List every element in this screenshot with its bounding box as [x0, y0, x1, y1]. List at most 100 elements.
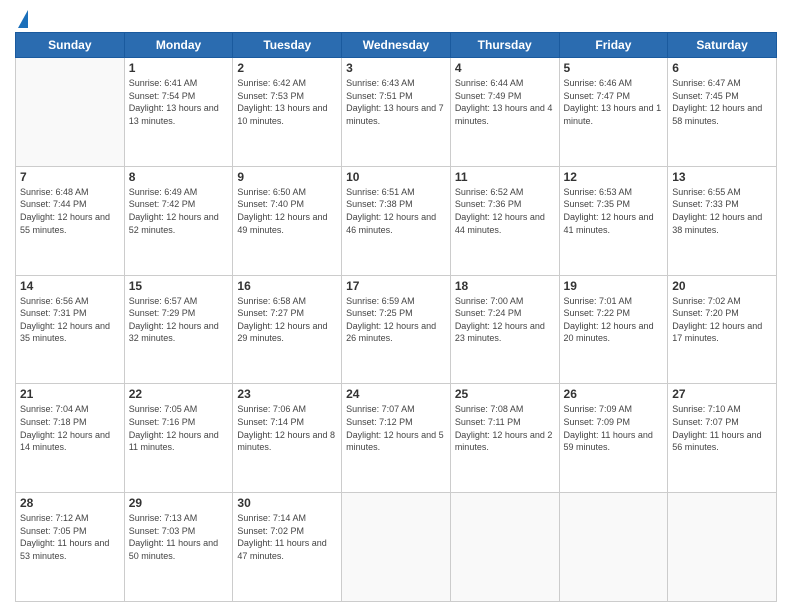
calendar-cell: 18 Sunrise: 7:00 AMSunset: 7:24 PMDayligh…	[450, 275, 559, 384]
day-number: 16	[237, 279, 337, 293]
day-detail: Sunrise: 6:43 AMSunset: 7:51 PMDaylight:…	[346, 77, 446, 127]
calendar-cell: 22 Sunrise: 7:05 AMSunset: 7:16 PMDayligh…	[124, 384, 233, 493]
day-number: 9	[237, 170, 337, 184]
day-detail: Sunrise: 6:46 AMSunset: 7:47 PMDaylight:…	[564, 77, 664, 127]
calendar-cell: 19 Sunrise: 7:01 AMSunset: 7:22 PMDayligh…	[559, 275, 668, 384]
day-detail: Sunrise: 6:49 AMSunset: 7:42 PMDaylight:…	[129, 186, 229, 236]
calendar-week-row: 7 Sunrise: 6:48 AMSunset: 7:44 PMDaylight…	[16, 166, 777, 275]
day-number: 17	[346, 279, 446, 293]
calendar-cell: 15 Sunrise: 6:57 AMSunset: 7:29 PMDayligh…	[124, 275, 233, 384]
day-number: 21	[20, 387, 120, 401]
calendar-cell: 25 Sunrise: 7:08 AMSunset: 7:11 PMDayligh…	[450, 384, 559, 493]
day-detail: Sunrise: 7:14 AMSunset: 7:02 PMDaylight:…	[237, 512, 337, 562]
calendar-cell: 1Sunrise: 6:41 AMSunset: 7:54 PMDaylight…	[124, 58, 233, 167]
day-number: 29	[129, 496, 229, 510]
calendar-cell: 29 Sunrise: 7:13 AMSunset: 7:03 PMDayligh…	[124, 493, 233, 602]
calendar-cell	[668, 493, 777, 602]
calendar-header-row: SundayMondayTuesdayWednesdayThursdayFrid…	[16, 33, 777, 58]
day-detail: Sunrise: 7:01 AMSunset: 7:22 PMDaylight:…	[564, 295, 664, 345]
day-number: 30	[237, 496, 337, 510]
calendar-cell: 2 Sunrise: 6:42 AMSunset: 7:53 PMDaylight…	[233, 58, 342, 167]
day-detail: Sunrise: 6:57 AMSunset: 7:29 PMDaylight:…	[129, 295, 229, 345]
calendar-day-header: Friday	[559, 33, 668, 58]
day-detail: Sunrise: 6:50 AMSunset: 7:40 PMDaylight:…	[237, 186, 337, 236]
day-detail: Sunrise: 7:08 AMSunset: 7:11 PMDaylight:…	[455, 403, 555, 453]
day-number: 7	[20, 170, 120, 184]
calendar-cell: 8 Sunrise: 6:49 AMSunset: 7:42 PMDaylight…	[124, 166, 233, 275]
day-detail: Sunrise: 6:53 AMSunset: 7:35 PMDaylight:…	[564, 186, 664, 236]
day-detail: Sunrise: 7:10 AMSunset: 7:07 PMDaylight:…	[672, 403, 772, 453]
day-detail: Sunrise: 6:51 AMSunset: 7:38 PMDaylight:…	[346, 186, 446, 236]
day-number: 14	[20, 279, 120, 293]
day-number: 3	[346, 61, 446, 75]
day-detail: Sunrise: 6:55 AMSunset: 7:33 PMDaylight:…	[672, 186, 772, 236]
day-detail: Sunrise: 7:05 AMSunset: 7:16 PMDaylight:…	[129, 403, 229, 453]
calendar-cell: 27 Sunrise: 7:10 AMSunset: 7:07 PMDayligh…	[668, 384, 777, 493]
calendar-cell: 28Sunrise: 7:12 AMSunset: 7:05 PMDayligh…	[16, 493, 125, 602]
calendar-day-header: Monday	[124, 33, 233, 58]
day-detail: Sunrise: 6:52 AMSunset: 7:36 PMDaylight:…	[455, 186, 555, 236]
day-detail: Sunrise: 6:59 AMSunset: 7:25 PMDaylight:…	[346, 295, 446, 345]
day-detail: Sunrise: 6:56 AMSunset: 7:31 PMDaylight:…	[20, 295, 120, 345]
calendar-week-row: 28Sunrise: 7:12 AMSunset: 7:05 PMDayligh…	[16, 493, 777, 602]
day-number: 12	[564, 170, 664, 184]
day-detail: Sunrise: 6:44 AMSunset: 7:49 PMDaylight:…	[455, 77, 555, 127]
calendar-day-header: Thursday	[450, 33, 559, 58]
calendar-cell	[450, 493, 559, 602]
day-number: 25	[455, 387, 555, 401]
calendar-cell: 23 Sunrise: 7:06 AMSunset: 7:14 PMDayligh…	[233, 384, 342, 493]
logo	[15, 14, 28, 28]
calendar-week-row: 1Sunrise: 6:41 AMSunset: 7:54 PMDaylight…	[16, 58, 777, 167]
day-number: 18	[455, 279, 555, 293]
day-number: 6	[672, 61, 772, 75]
calendar-cell	[342, 493, 451, 602]
day-number: 26	[564, 387, 664, 401]
page: SundayMondayTuesdayWednesdayThursdayFrid…	[0, 0, 792, 612]
calendar-cell: 21 Sunrise: 7:04 AMSunset: 7:18 PMDayligh…	[16, 384, 125, 493]
calendar-cell: 11 Sunrise: 6:52 AMSunset: 7:36 PMDayligh…	[450, 166, 559, 275]
day-number: 23	[237, 387, 337, 401]
calendar-day-header: Saturday	[668, 33, 777, 58]
day-detail: Sunrise: 7:06 AMSunset: 7:14 PMDaylight:…	[237, 403, 337, 453]
calendar-cell: 20Sunrise: 7:02 AMSunset: 7:20 PMDayligh…	[668, 275, 777, 384]
day-number: 27	[672, 387, 772, 401]
calendar-day-header: Sunday	[16, 33, 125, 58]
day-number: 15	[129, 279, 229, 293]
calendar-cell: 4Sunrise: 6:44 AMSunset: 7:49 PMDaylight…	[450, 58, 559, 167]
calendar-cell: 9 Sunrise: 6:50 AMSunset: 7:40 PMDaylight…	[233, 166, 342, 275]
day-detail: Sunrise: 7:07 AMSunset: 7:12 PMDaylight:…	[346, 403, 446, 453]
calendar-cell: 26 Sunrise: 7:09 AMSunset: 7:09 PMDayligh…	[559, 384, 668, 493]
day-number: 8	[129, 170, 229, 184]
calendar-cell	[559, 493, 668, 602]
day-detail: Sunrise: 7:02 AMSunset: 7:20 PMDaylight:…	[672, 295, 772, 345]
calendar-cell: 3 Sunrise: 6:43 AMSunset: 7:51 PMDaylight…	[342, 58, 451, 167]
calendar-cell	[16, 58, 125, 167]
day-detail: Sunrise: 7:12 AMSunset: 7:05 PMDaylight:…	[20, 512, 120, 562]
calendar-cell: 14 Sunrise: 6:56 AMSunset: 7:31 PMDayligh…	[16, 275, 125, 384]
calendar-cell: 7 Sunrise: 6:48 AMSunset: 7:44 PMDaylight…	[16, 166, 125, 275]
calendar-day-header: Wednesday	[342, 33, 451, 58]
day-number: 19	[564, 279, 664, 293]
day-detail: Sunrise: 7:00 AMSunset: 7:24 PMDaylight:…	[455, 295, 555, 345]
day-detail: Sunrise: 6:41 AMSunset: 7:54 PMDaylight:…	[129, 77, 229, 127]
calendar-week-row: 14 Sunrise: 6:56 AMSunset: 7:31 PMDayligh…	[16, 275, 777, 384]
day-number: 10	[346, 170, 446, 184]
day-number: 2	[237, 61, 337, 75]
calendar-week-row: 21 Sunrise: 7:04 AMSunset: 7:18 PMDayligh…	[16, 384, 777, 493]
day-number: 11	[455, 170, 555, 184]
calendar-cell: 13 Sunrise: 6:55 AMSunset: 7:33 PMDayligh…	[668, 166, 777, 275]
logo-triangle-icon	[18, 10, 28, 28]
day-number: 22	[129, 387, 229, 401]
day-detail: Sunrise: 7:13 AMSunset: 7:03 PMDaylight:…	[129, 512, 229, 562]
day-detail: Sunrise: 7:09 AMSunset: 7:09 PMDaylight:…	[564, 403, 664, 453]
calendar-cell: 10 Sunrise: 6:51 AMSunset: 7:38 PMDayligh…	[342, 166, 451, 275]
calendar-table: SundayMondayTuesdayWednesdayThursdayFrid…	[15, 32, 777, 602]
calendar-cell: 12 Sunrise: 6:53 AMSunset: 7:35 PMDayligh…	[559, 166, 668, 275]
day-detail: Sunrise: 6:42 AMSunset: 7:53 PMDaylight:…	[237, 77, 337, 127]
day-detail: Sunrise: 6:58 AMSunset: 7:27 PMDaylight:…	[237, 295, 337, 345]
day-detail: Sunrise: 6:48 AMSunset: 7:44 PMDaylight:…	[20, 186, 120, 236]
day-detail: Sunrise: 7:04 AMSunset: 7:18 PMDaylight:…	[20, 403, 120, 453]
calendar-cell: 16 Sunrise: 6:58 AMSunset: 7:27 PMDayligh…	[233, 275, 342, 384]
day-number: 13	[672, 170, 772, 184]
header	[15, 10, 777, 28]
